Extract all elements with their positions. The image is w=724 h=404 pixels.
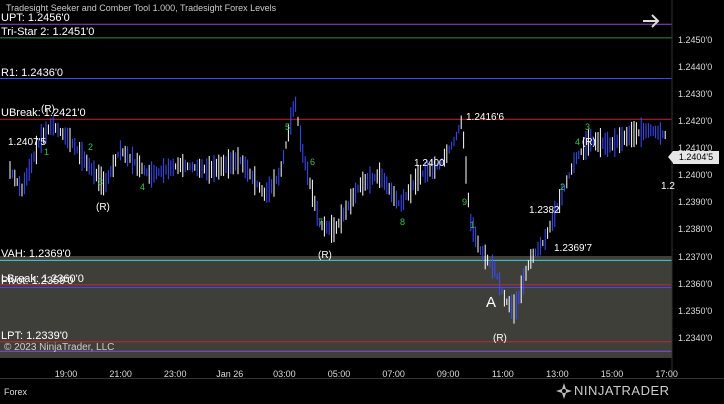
level-label-r1: R1: 1.2436'0 xyxy=(1,66,64,79)
count-mark: 4 xyxy=(140,182,145,192)
y-tick-label: 1.2390'0 xyxy=(678,197,713,208)
level-label-vah: VAH: 1.2369'0 xyxy=(1,248,71,261)
arrow-right-icon[interactable] xyxy=(640,10,662,32)
instrument-name: Forex xyxy=(4,387,28,397)
reversal-marker: (R) xyxy=(318,250,332,261)
level-label-tristar: Tri-Star 2: 1.2451'0 xyxy=(1,25,95,38)
annotation-label: 1.2 xyxy=(661,181,675,192)
y-tick-label: 1.2370'0 xyxy=(678,251,713,262)
count-mark: 5 xyxy=(285,122,290,132)
y-tick-label: 1.2360'0 xyxy=(678,278,713,289)
annotation-label: 1.2407'5 xyxy=(8,137,47,148)
reversal-marker: (R) xyxy=(41,104,55,115)
ninja-star-icon xyxy=(556,383,572,399)
y-tick-label: 1.2440'0 xyxy=(678,61,713,72)
y-tick-label: 1.2400'0 xyxy=(678,170,713,181)
price-chart[interactable]: 1 23 4567 891234 xyxy=(0,0,724,401)
count-mark: 6 xyxy=(310,157,315,167)
count-mark: 1 xyxy=(470,220,475,230)
reversal-marker: (R) xyxy=(493,333,507,344)
count-mark: 2 xyxy=(560,182,565,192)
annotation-label: 1.2369'7 xyxy=(554,243,593,254)
y-tick-label: 1.2340'0 xyxy=(678,333,713,343)
reversal-marker: (R) xyxy=(582,137,596,148)
reversal-marker: (R) xyxy=(96,202,110,213)
annotation-label: 1.2400 xyxy=(414,158,445,169)
copyright-text: © 2023 NinjaTrader, LLC xyxy=(4,342,115,353)
count-mark: 7 xyxy=(318,217,323,227)
annotation-label: 1.2416'6 xyxy=(466,112,505,123)
y-tick-label: 1.2420'0 xyxy=(678,115,713,126)
count-mark: 3 xyxy=(585,122,590,132)
count-mark: 8 xyxy=(400,217,405,227)
ninjatrader-logo: NINJATRADER xyxy=(556,383,669,399)
y-tick-label: 1.2380'0 xyxy=(678,224,713,235)
count-mark: 4 xyxy=(575,137,580,147)
count-mark: 2 xyxy=(88,142,93,152)
y-tick-label: 1.2450'0 xyxy=(678,34,713,45)
level-label-pivot: Pivot: 1.2359'0 xyxy=(1,275,74,288)
annotation-label: 1.2382 xyxy=(529,205,560,216)
status-footer: Forex NINJATRADER xyxy=(0,378,724,402)
current-price-tag: 1.2404'5 xyxy=(668,151,719,164)
signal-letter: A xyxy=(486,294,497,311)
count-mark: 3 xyxy=(98,177,103,187)
level-label-lpt: LPT: 1.2339'0 xyxy=(1,329,68,342)
y-tick-label: 1.2350'0 xyxy=(678,305,713,316)
count-mark: 9 xyxy=(462,197,467,207)
level-label-upt: UPT: 1.2456'0 xyxy=(1,12,70,25)
y-tick-label: 1.2430'0 xyxy=(678,88,713,99)
brand-text: NINJATRADER xyxy=(574,383,670,398)
